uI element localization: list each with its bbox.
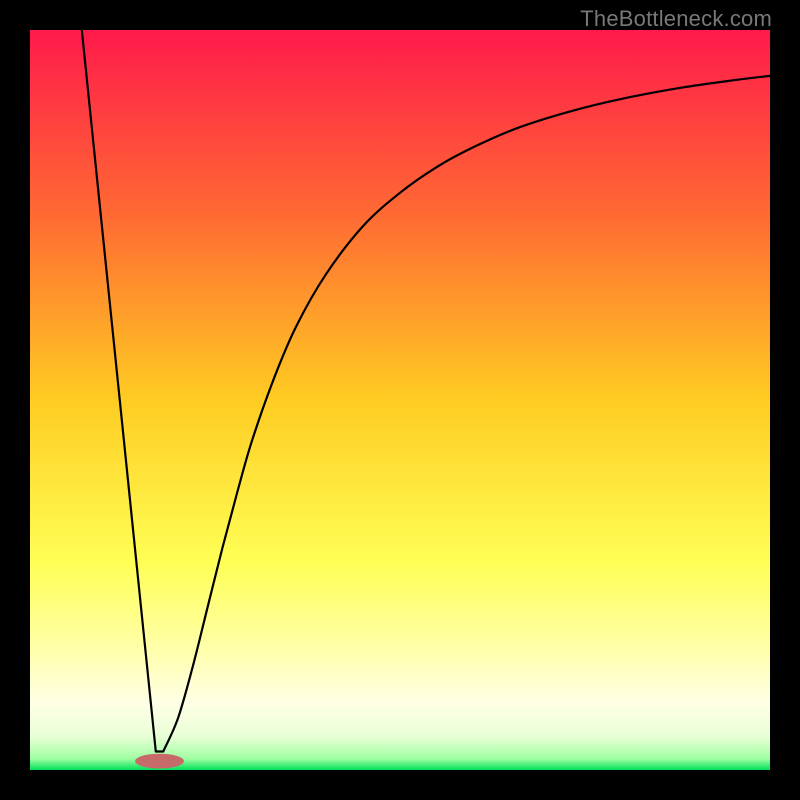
watermark-text: TheBottleneck.com [580, 6, 772, 32]
gradient-background [30, 30, 770, 770]
minimum-marker [135, 754, 184, 769]
bottleneck-chart [30, 30, 770, 770]
plot-frame [30, 30, 770, 770]
